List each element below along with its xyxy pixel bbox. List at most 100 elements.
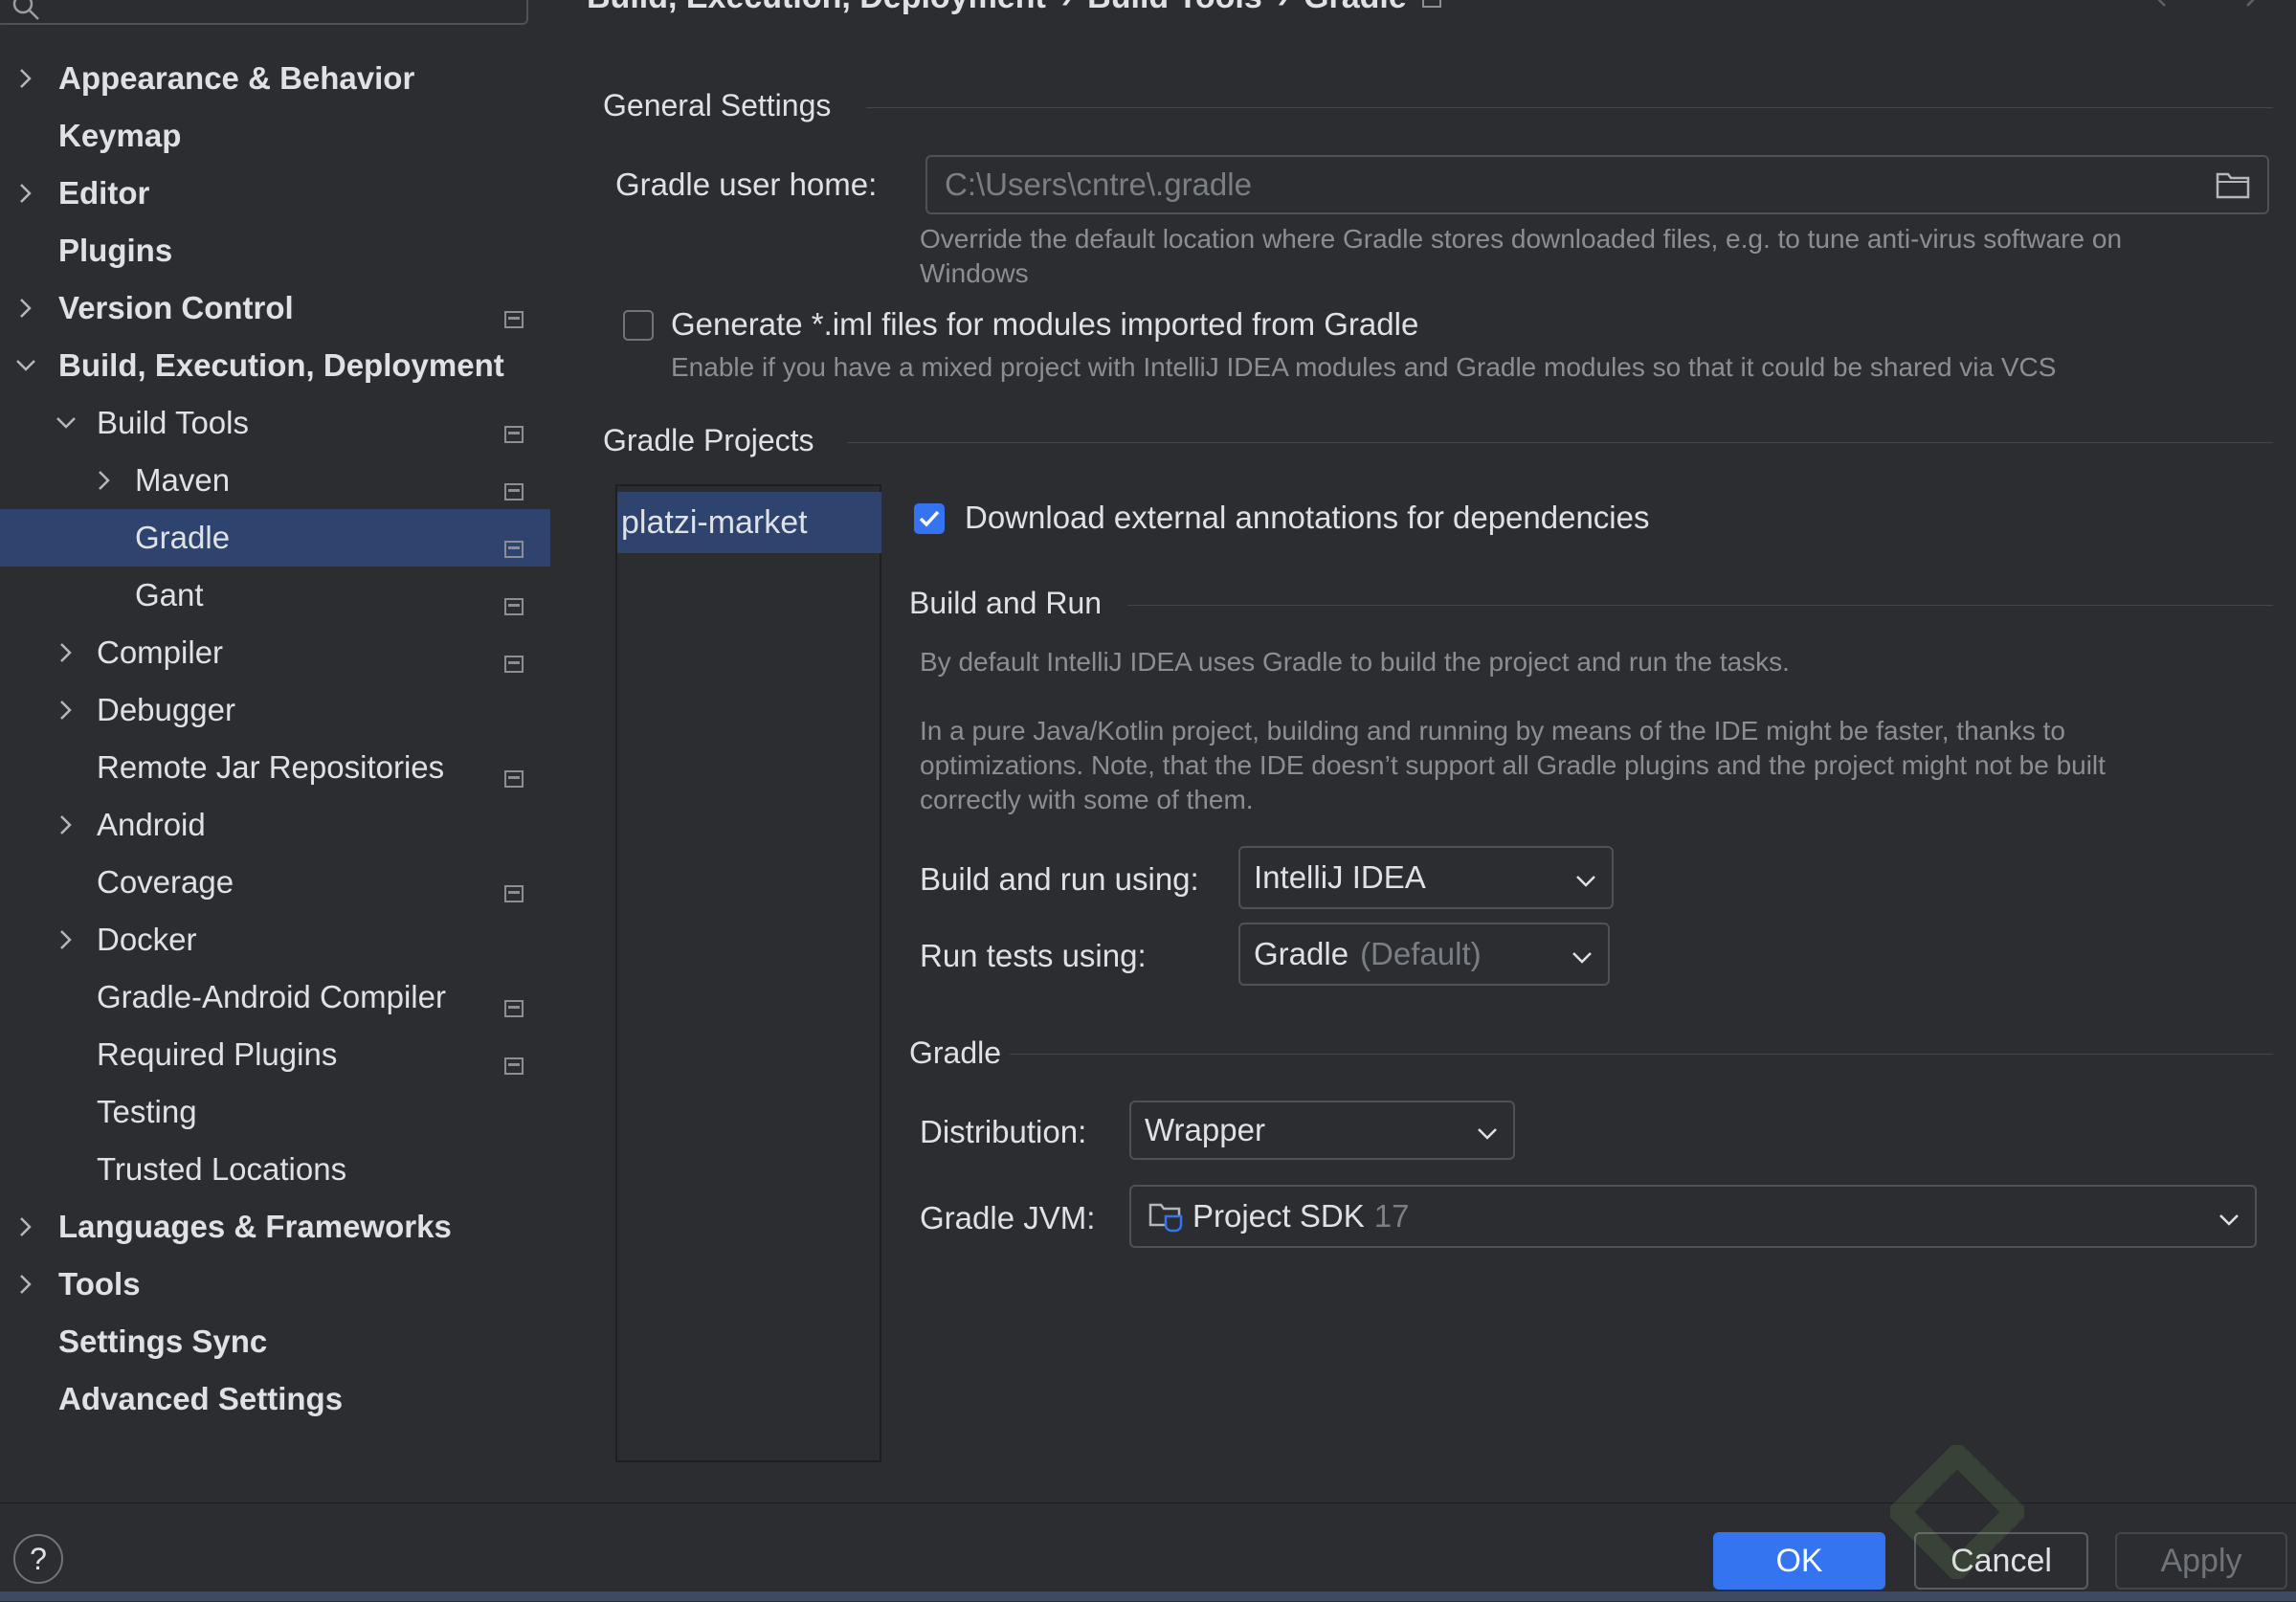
sidebar-item-label: Compiler xyxy=(97,634,224,670)
chevron-down-icon xyxy=(2218,1198,2240,1235)
sidebar-item[interactable]: Gradle xyxy=(0,509,550,567)
project-sdk-folder-icon xyxy=(1148,1200,1185,1233)
sidebar-item[interactable]: Editor xyxy=(0,165,550,222)
sidebar-item[interactable]: Build Tools xyxy=(0,394,550,452)
chevron-right-icon[interactable] xyxy=(15,183,36,204)
sidebar-item-label: Build, Execution, Deployment xyxy=(58,347,504,383)
generate-iml-hint: Enable if you have a mixed project with … xyxy=(671,352,2057,382)
watermark-logo-icon xyxy=(1884,1439,2030,1585)
build-run-description-detail: correctly with some of them. xyxy=(920,785,1254,814)
project-level-icon xyxy=(504,644,524,673)
sidebar-item[interactable]: Maven xyxy=(0,452,550,509)
build-run-using-dropdown[interactable]: IntelliJ IDEA xyxy=(1238,846,1614,909)
sidebar-item-label: Coverage xyxy=(97,864,234,900)
run-tests-default-suffix: (Default) xyxy=(1360,936,1482,971)
chevron-right-icon[interactable] xyxy=(15,1216,36,1237)
sidebar-item[interactable]: Debugger xyxy=(0,681,550,739)
distribution-dropdown[interactable]: Wrapper xyxy=(1129,1101,1515,1160)
project-level-icon xyxy=(504,989,524,1017)
gradle-settings-panel: Build, Execution, Deployment › Build Too… xyxy=(550,0,2296,1502)
run-tests-using-dropdown[interactable]: Gradle (Default) xyxy=(1238,923,1610,986)
gradle-user-home-label: Gradle user home: xyxy=(615,167,878,202)
folder-icon[interactable] xyxy=(2216,170,2250,207)
chevron-right-icon[interactable] xyxy=(15,298,36,319)
sidebar-item[interactable]: Docker xyxy=(0,911,550,968)
sidebar-item[interactable]: Gradle-Android Compiler xyxy=(0,968,550,1026)
gradle-jvm-label: Gradle JVM: xyxy=(920,1200,1096,1235)
gradle-jvm-version: 17 xyxy=(1373,1198,1410,1234)
sidebar-item[interactable]: Settings Sync xyxy=(0,1313,550,1370)
chevron-down-icon xyxy=(1477,1112,1498,1148)
build-and-run-title: Build and Run xyxy=(909,586,1103,620)
section-separator xyxy=(1010,1054,2273,1055)
navigation-arrows xyxy=(2154,0,2258,12)
gradle-user-home-field[interactable]: C:\Users\cntre\.gradle xyxy=(925,155,2269,214)
chevron-down-icon xyxy=(1575,859,1596,896)
sidebar-item[interactable]: Remote Jar Repositories xyxy=(0,739,550,796)
sidebar-item-label: Advanced Settings xyxy=(58,1381,344,1416)
sidebar-item[interactable]: Gant xyxy=(0,567,550,624)
project-item-platzi-market[interactable]: platzi-market xyxy=(617,492,881,553)
sidebar-item-label: Plugins xyxy=(58,233,173,268)
sidebar-item[interactable]: Version Control xyxy=(0,279,550,337)
search-icon xyxy=(11,0,40,26)
download-annotations-checkbox[interactable] xyxy=(914,503,945,534)
ok-button[interactable]: OK xyxy=(1713,1532,1885,1590)
chevron-down-icon[interactable] xyxy=(15,355,36,376)
sidebar-item[interactable]: Testing xyxy=(0,1083,550,1141)
build-run-using-label: Build and run using: xyxy=(920,861,1199,897)
build-run-description: By default IntelliJ IDEA uses Gradle to … xyxy=(920,647,1790,677)
breadcrumb-item[interactable]: Build, Execution, Deployment xyxy=(587,0,1046,16)
chevron-down-icon xyxy=(1572,936,1593,972)
breadcrumb-item[interactable]: Build Tools xyxy=(1087,0,1262,16)
forward-arrow-icon[interactable] xyxy=(2225,0,2258,12)
sidebar-item-label: Version Control xyxy=(58,290,294,325)
sidebar-item[interactable]: Keymap xyxy=(0,107,550,165)
chevron-right-icon[interactable] xyxy=(56,929,77,950)
gradle-projects-list: platzi-market xyxy=(615,484,881,1462)
sidebar-item-label: Gradle-Android Compiler xyxy=(97,979,446,1014)
sidebar-item[interactable]: Tools xyxy=(0,1256,550,1313)
project-level-icon xyxy=(504,1046,524,1075)
generate-iml-checkbox[interactable] xyxy=(623,310,654,341)
sidebar-item[interactable]: Advanced Settings xyxy=(0,1370,550,1428)
download-annotations-label[interactable]: Download external annotations for depend… xyxy=(965,500,1650,536)
chevron-right-icon[interactable] xyxy=(56,642,77,663)
breadcrumb: Build, Execution, Deployment › Build Too… xyxy=(587,0,1441,16)
chevron-right-icon[interactable] xyxy=(56,814,77,835)
sidebar-item[interactable]: Trusted Locations xyxy=(0,1141,550,1198)
sidebar-item-label: Required Plugins xyxy=(97,1036,338,1072)
apply-button[interactable]: Apply xyxy=(2115,1532,2287,1590)
sidebar-item[interactable]: Required Plugins xyxy=(0,1026,550,1083)
sidebar-item-label: Debugger xyxy=(97,692,235,727)
sidebar-item-label: Gant xyxy=(135,577,204,612)
chevron-right-icon[interactable] xyxy=(15,1274,36,1295)
build-run-description-detail: In a pure Java/Kotlin project, building … xyxy=(920,716,2065,745)
sidebar-item-label: Maven xyxy=(135,462,231,498)
sidebar-item[interactable]: Appearance & Behavior xyxy=(0,50,550,107)
project-level-icon xyxy=(504,472,524,501)
chevron-right-icon[interactable] xyxy=(56,700,77,721)
sidebar-item[interactable]: Coverage xyxy=(0,854,550,911)
sidebar-item-label: Android xyxy=(97,807,206,842)
run-tests-using-label: Run tests using: xyxy=(920,938,1147,973)
gradle-jvm-dropdown[interactable]: Project SDK 17 xyxy=(1129,1185,2257,1248)
sidebar-item[interactable]: Compiler xyxy=(0,624,550,681)
sidebar-item-label: Keymap xyxy=(58,118,182,153)
sidebar-item[interactable]: Plugins xyxy=(0,222,550,279)
sidebar-item[interactable]: Android xyxy=(0,796,550,854)
project-level-icon xyxy=(504,529,524,558)
sidebar-item[interactable]: Build, Execution, Deployment xyxy=(0,337,550,394)
sidebar-item[interactable]: Languages & Frameworks xyxy=(0,1198,550,1256)
help-button[interactable]: ? xyxy=(13,1534,63,1584)
chevron-down-icon[interactable] xyxy=(56,412,77,434)
sidebar-item-label: Languages & Frameworks xyxy=(58,1209,452,1244)
generate-iml-label[interactable]: Generate *.iml files for modules importe… xyxy=(671,306,1418,343)
chevron-right-icon[interactable] xyxy=(15,68,36,89)
gradle-user-home-hint-line2: Windows xyxy=(920,258,1029,288)
sidebar-item-label: Build Tools xyxy=(97,405,249,440)
chevron-right-icon[interactable] xyxy=(94,470,115,491)
settings-search-input[interactable] xyxy=(0,0,528,25)
back-arrow-icon[interactable] xyxy=(2154,0,2187,12)
distribution-value: Wrapper xyxy=(1145,1112,1265,1147)
